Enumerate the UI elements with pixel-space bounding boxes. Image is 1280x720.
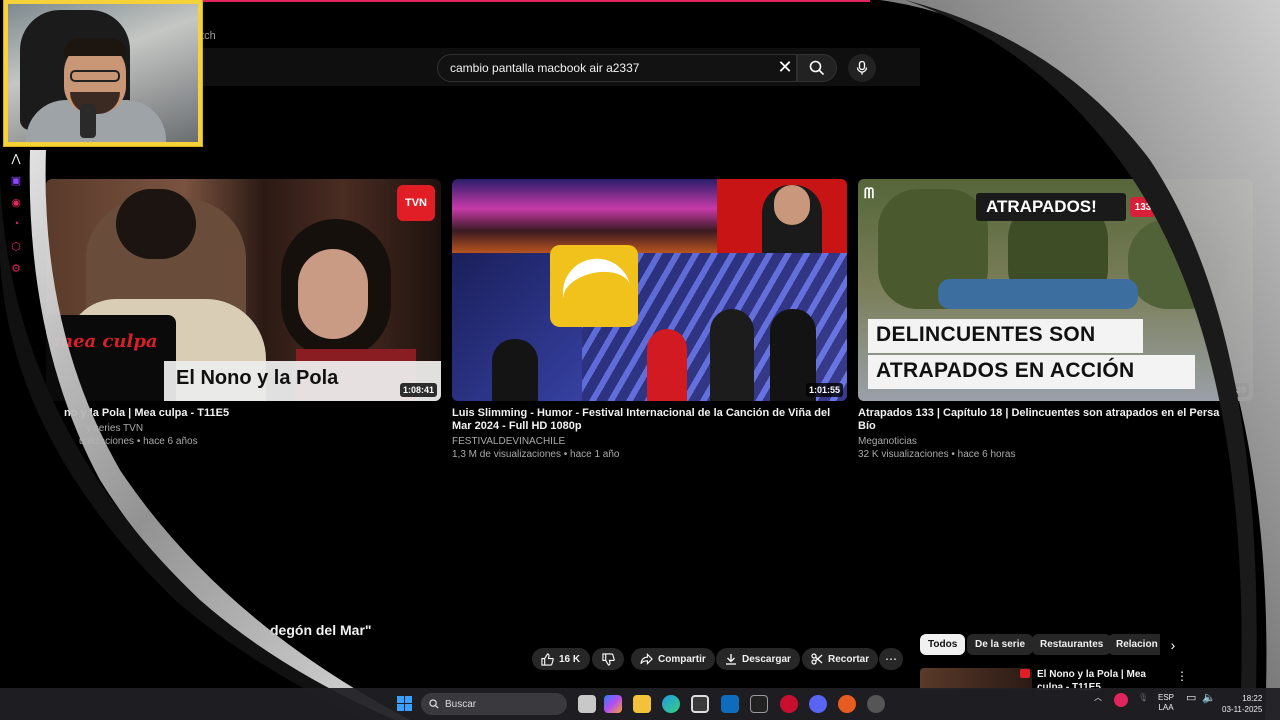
video-title[interactable]: Luis Slimming - Humor - Festival Interna… [452,407,847,433]
streamlabs-icon[interactable]: ⋀ [8,150,24,166]
search-input[interactable]: cambio pantalla macbook air a2337 [437,54,797,82]
clip-label: Recortar [828,653,870,665]
video-channel[interactable]: Meganoticias [858,435,1253,448]
video-meta: 32 K visualizaciones • hace 6 horas [858,449,1016,460]
search-icon [429,699,439,709]
video-thumbnail[interactable]: ᗰ ATRAPADOS! 133 DELINCUENTES SON ATRAPA… [858,179,1253,401]
clip-button[interactable]: Recortar [802,648,879,670]
opera-icon[interactable] [780,695,798,713]
chip-all[interactable]: Todos [920,634,966,655]
video-duration: 1:01:55 [805,383,843,397]
outlook-icon[interactable] [721,695,739,713]
settings-icon[interactable]: ⚙ [8,260,24,276]
app-icon[interactable] [838,695,856,713]
kebab-menu-icon[interactable]: ⋮ [1176,669,1188,683]
share-icon [640,653,653,665]
tvn-logo: TVN [397,185,435,221]
video-meta: 1,3 M de visualizaciones • hace 1 año [452,449,620,460]
taskbar-clock[interactable]: 18:22 03-11-2025 [1222,693,1262,715]
taskbar-search-placeholder: Buscar [445,698,477,710]
thumbnail-banner-text: ATRAPADOS! [986,197,1097,216]
video-thumbnail[interactable]: TVN mea culpa El Nono y la Pola 1:08:41 [46,179,441,401]
windows-start-icon[interactable] [397,696,412,711]
mea-culpa-logo-text: mea culpa [54,331,158,352]
clock-time: 18:22 [1242,694,1263,703]
dislike-button[interactable] [592,648,624,670]
keyboard-layout: LAA [1158,703,1174,712]
video-card[interactable]: 1:01:55 Luis Slimming - Humor - Festival… [452,179,847,461]
microphone-icon [856,61,868,75]
video-title[interactable]: Atrapados 133 | Capítulo 18 | Delincuent… [858,407,1253,433]
related-video-thumbnail[interactable] [920,668,1032,690]
video-thumbnail[interactable]: 1:01:55 [452,179,847,401]
share-button[interactable]: Compartir [631,648,715,670]
video-channel[interactable]: FESTIVALDEVINACHILE [452,435,847,448]
thumbnail-headline-line2: ATRAPADOS EN ACCIÓN [876,359,1135,382]
video-channel[interactable]: y series TVN [46,422,441,435]
tag-icon[interactable]: ⬡ [8,238,24,254]
copilot-icon[interactable] [604,695,622,713]
clock-date: 03-11-2025 [1222,705,1263,714]
epic-games-icon[interactable] [750,695,768,713]
record-icon[interactable]: ◉ [8,194,24,210]
thumbs-down-icon [601,652,615,666]
download-button[interactable]: Descargar [716,648,800,670]
search-icon [809,60,825,76]
microphone-tray-icon[interactable]: 🎙 [1138,693,1148,703]
twitch-icon[interactable]: ▣ [8,172,24,188]
clear-search-icon[interactable]: ✕ [776,58,794,76]
network-icon[interactable]: ▭ [1186,693,1196,704]
video-card[interactable]: TVN mea culpa El Nono y la Pola 1:08:41 … [46,179,441,448]
meganoticias-logo: ᗰ [864,185,875,201]
thumbs-up-icon [541,652,554,666]
side-app-icons: ⋀ ▣ ◉ ◔ ⬡ ⚙ [8,150,26,282]
language-code: ESP [1158,693,1175,702]
scissors-icon [811,653,823,665]
chip-restaurants[interactable]: Restaurantes [1032,634,1112,655]
edge-icon[interactable] [662,695,680,713]
volume-icon[interactable]: 🔈 [1202,693,1216,704]
task-view-icon[interactable] [578,695,596,713]
language-indicator[interactable]: ESP LAA [1158,693,1174,713]
download-label: Descargar [742,653,791,665]
video-title[interactable]: no y la Pola | Mea culpa - T11E5 [46,407,441,420]
chip-series[interactable]: De la serie [967,634,1034,655]
thumbnail-banner-text: El Nono y la Pola [176,367,339,389]
thumbnail-headline-line1: DELINCUENTES SON [876,323,1096,346]
watch-video-title: degón del Mar" [270,622,372,638]
clock-icon[interactable]: ◔ [8,216,24,232]
thumbnail-episode-badge: 133 [1130,197,1156,217]
more-actions-icon[interactable]: ⋯ [879,648,903,670]
video-meta: ualizaciones • hace 6 años [79,436,198,447]
mea-culpa-logo [46,315,176,401]
share-label: Compartir [658,653,706,665]
related-video-title[interactable]: El Nono y la Pola | Mea culpa - T11E5 [1037,668,1167,690]
video-duration: 52:39 [1219,383,1249,397]
voice-search-button[interactable] [848,54,876,82]
like-button[interactable]: 16 K [532,648,590,670]
file-explorer-icon[interactable] [633,695,651,713]
webcam-overlay [4,0,202,146]
top-accent-line [200,0,870,2]
chip-related[interactable]: Relacion [1108,634,1160,655]
chevron-up-icon[interactable]: ︿ [1094,693,1102,703]
search-query: cambio pantalla macbook air a2337 [450,61,640,75]
tray-app-icon[interactable] [1114,693,1128,707]
chevron-right-icon[interactable]: › [1164,636,1182,654]
download-icon [726,654,736,665]
video-duration: 1:08:41 [399,383,437,397]
tvn-logo [1020,669,1030,678]
discord-icon[interactable] [809,695,827,713]
store-icon[interactable] [691,695,709,713]
obs-icon[interactable] [867,695,885,713]
taskbar-search[interactable]: Buscar [421,693,567,715]
like-count: 16 K [559,653,581,665]
search-button[interactable] [797,54,837,82]
video-card[interactable]: ᗰ ATRAPADOS! 133 DELINCUENTES SON ATRAPA… [858,179,1253,461]
